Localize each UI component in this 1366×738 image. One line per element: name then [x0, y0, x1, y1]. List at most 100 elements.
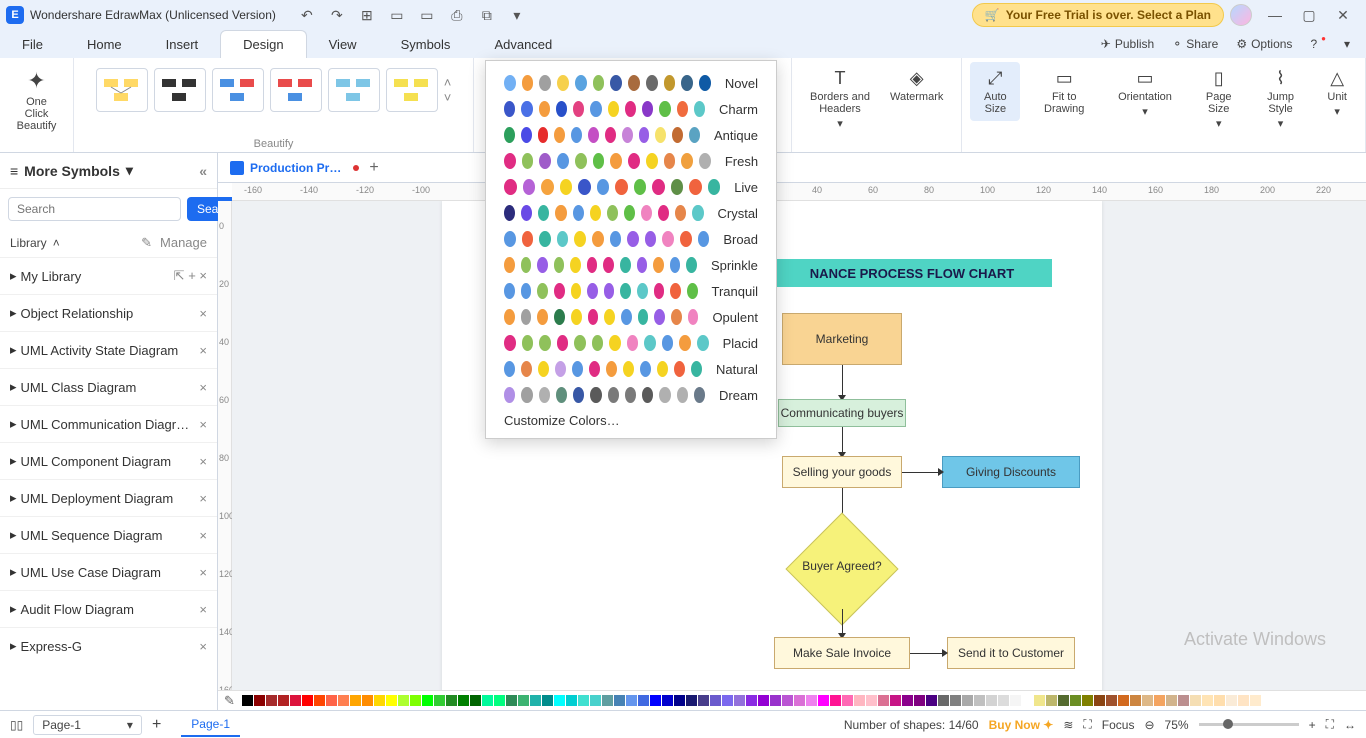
theme-preset-6[interactable]	[386, 68, 438, 112]
color-swatch[interactable]	[998, 695, 1009, 706]
color-swatch[interactable]	[1022, 695, 1033, 706]
color-swatch[interactable]	[602, 695, 613, 706]
color-swatch[interactable]	[638, 695, 649, 706]
theme-preset-5[interactable]	[328, 68, 380, 112]
color-swatch[interactable]	[818, 695, 829, 706]
color-swatch[interactable]	[530, 695, 541, 706]
color-swatch[interactable]	[626, 695, 637, 706]
menu-design[interactable]: Design	[220, 30, 306, 58]
category-item[interactable]: ▸ UML Sequence Diagram×	[0, 516, 217, 553]
close-icon[interactable]: ×	[199, 639, 207, 654]
invoice-box[interactable]: Make Sale Invoice	[774, 637, 910, 669]
color-swatch[interactable]	[1154, 695, 1165, 706]
color-swatch[interactable]	[1226, 695, 1237, 706]
fit-width-icon[interactable]: ↔	[1344, 718, 1356, 732]
page-selector[interactable]: Page-1▾	[33, 715, 142, 735]
color-swatch[interactable]	[434, 695, 445, 706]
color-swatch[interactable]	[938, 695, 949, 706]
color-swatch[interactable]	[914, 695, 925, 706]
buy-now-link[interactable]: Buy Now ✦	[989, 718, 1054, 732]
color-swatch[interactable]	[686, 695, 697, 706]
notification-icon[interactable]: ?●	[1302, 37, 1334, 51]
color-swatch[interactable]	[314, 695, 325, 706]
color-swatch[interactable]	[1094, 695, 1105, 706]
color-swatch[interactable]	[1106, 695, 1117, 706]
menu-advanced[interactable]: Advanced	[472, 30, 574, 58]
color-swatch[interactable]	[482, 695, 493, 706]
color-swatch[interactable]	[566, 695, 577, 706]
color-swatch[interactable]	[782, 695, 793, 706]
color-swatch[interactable]	[1010, 695, 1021, 706]
close-icon[interactable]: ×	[199, 528, 207, 543]
add-page-button[interactable]: +	[152, 716, 161, 734]
palette-row-placid[interactable]: Placid	[504, 335, 758, 351]
palette-row-antique[interactable]: Antique	[504, 127, 758, 143]
document-tab[interactable]: Production Pr…	[230, 161, 359, 175]
zoom-level[interactable]: 75%	[1165, 718, 1189, 732]
menu-insert[interactable]: Insert	[144, 30, 221, 58]
color-swatch[interactable]	[950, 695, 961, 706]
category-item[interactable]: ▸ UML Communication Diagr…×	[0, 405, 217, 442]
palette-row-sprinkle[interactable]: Sprinkle	[504, 257, 758, 273]
category-item[interactable]: ▸ Express-G×	[0, 627, 217, 664]
save-icon[interactable]: ▭	[416, 4, 438, 26]
color-swatch[interactable]	[674, 695, 685, 706]
close-button[interactable]: ✕	[1326, 1, 1360, 29]
color-swatch[interactable]	[590, 695, 601, 706]
copy-icon[interactable]: ⧉	[476, 4, 498, 26]
color-swatch[interactable]	[722, 695, 733, 706]
color-swatch[interactable]	[1058, 695, 1069, 706]
fit-drawing-button[interactable]: ▭Fit to Drawing	[1032, 62, 1096, 121]
color-swatch[interactable]	[1034, 695, 1045, 706]
trial-banner[interactable]: 🛒 Your Free Trial is over. Select a Plan	[972, 3, 1224, 27]
auto-size-button[interactable]: ⤢Auto Size	[970, 62, 1020, 121]
color-swatch[interactable]	[830, 695, 841, 706]
color-swatch[interactable]	[902, 695, 913, 706]
color-swatch[interactable]	[986, 695, 997, 706]
canvas[interactable]: NANCE PROCESS FLOW CHART Marketing Commu…	[232, 201, 1366, 690]
import-icon[interactable]: ⇱	[174, 268, 185, 283]
color-swatch[interactable]	[1178, 695, 1189, 706]
eyedropper-icon[interactable]: ✎	[224, 693, 235, 709]
color-swatch[interactable]	[362, 695, 373, 706]
color-swatch[interactable]	[494, 695, 505, 706]
user-avatar[interactable]	[1230, 4, 1252, 26]
new-icon[interactable]: ⊞	[356, 4, 378, 26]
menu-home[interactable]: Home	[65, 30, 144, 58]
focus-mode[interactable]: Focus	[1102, 718, 1135, 732]
color-swatch[interactable]	[554, 695, 565, 706]
close-icon[interactable]: ×	[199, 343, 207, 358]
color-swatch[interactable]	[1238, 695, 1249, 706]
add-icon[interactable]: +	[188, 268, 196, 283]
publish-button[interactable]: ✈Publish	[1093, 37, 1162, 51]
color-swatch[interactable]	[662, 695, 673, 706]
palette-row-crystal[interactable]: Crystal	[504, 205, 758, 221]
color-swatch[interactable]	[1118, 695, 1129, 706]
color-swatch[interactable]	[962, 695, 973, 706]
layers-icon[interactable]: ≋	[1063, 718, 1073, 732]
color-swatch[interactable]	[350, 695, 361, 706]
minimize-button[interactable]: —	[1258, 1, 1292, 29]
qat-more-icon[interactable]: ▾	[506, 4, 528, 26]
open-icon[interactable]: ▭	[386, 4, 408, 26]
unit-button[interactable]: △Unit▾	[1317, 62, 1357, 124]
color-swatch[interactable]	[1166, 695, 1177, 706]
color-swatch[interactable]	[470, 695, 481, 706]
palette-row-charm[interactable]: Charm	[504, 101, 758, 117]
palette-row-tranquil[interactable]: Tranquil	[504, 283, 758, 299]
color-swatch[interactable]	[410, 695, 421, 706]
symbol-search-input[interactable]	[8, 197, 181, 221]
close-icon[interactable]: ×	[199, 417, 207, 432]
one-click-beautify-button[interactable]: ✦ One Click Beautify	[7, 62, 67, 138]
category-item[interactable]: ▸ UML Class Diagram×	[0, 368, 217, 405]
more-symbols-header[interactable]: ≡ More Symbols▾ «	[0, 153, 217, 189]
palette-row-natural[interactable]: Natural	[504, 361, 758, 377]
color-swatch[interactable]	[326, 695, 337, 706]
zoom-out-icon[interactable]: ⊖	[1144, 718, 1154, 732]
color-swatch[interactable]	[1046, 695, 1057, 706]
color-swatch[interactable]	[1202, 695, 1213, 706]
theme-down-icon[interactable]: ˅	[444, 90, 452, 105]
close-icon[interactable]: ×	[199, 306, 207, 321]
close-icon[interactable]: ×	[199, 602, 207, 617]
color-swatch[interactable]	[698, 695, 709, 706]
